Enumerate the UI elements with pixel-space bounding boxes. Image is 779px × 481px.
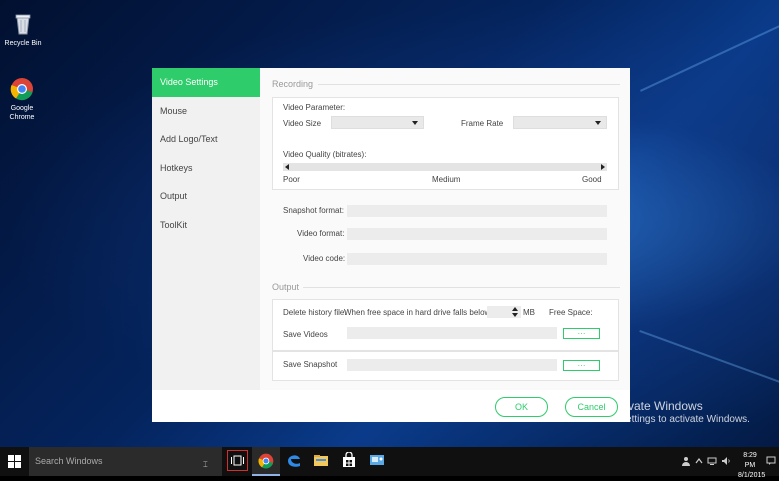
chrome-icon <box>258 453 274 469</box>
video-code-field[interactable] <box>347 253 607 265</box>
threshold-stepper[interactable] <box>487 306 521 318</box>
tray-volume-icon[interactable] <box>721 456 731 466</box>
taskbar-app-store[interactable] <box>341 451 359 470</box>
quality-tick-medium: Medium <box>432 175 461 184</box>
dropdown-arrow-icon <box>412 121 418 125</box>
tray-people-icon[interactable] <box>681 456 691 466</box>
search-box[interactable]: Search Windows ⌶ <box>29 447 222 476</box>
slider-left-arrow-icon[interactable] <box>285 164 289 170</box>
clock-date: 8/1/2015 <box>738 472 766 479</box>
taskbar-app-edge[interactable] <box>286 452 304 470</box>
section-divider <box>318 84 620 85</box>
output-box: Delete history file: When free space in … <box>272 299 619 351</box>
edge-icon <box>288 455 300 467</box>
output-section-title: Output <box>272 282 300 292</box>
sidebar-item-add-logo-text[interactable]: Add Logo/Text <box>152 125 260 154</box>
section-divider <box>303 287 620 288</box>
screen-recorder-icon <box>370 455 384 465</box>
folder-icon <box>314 455 328 466</box>
snapshot-format-field[interactable] <box>347 205 607 217</box>
quality-tick-poor: Poor <box>283 175 300 184</box>
text-cursor-icon: ⌶ <box>203 460 208 469</box>
wallpaper-beam <box>639 330 779 401</box>
clock-time: 8:29 PM <box>743 452 757 469</box>
video-quality-slider[interactable] <box>283 163 607 171</box>
desktop-icon-label: Google Chrome <box>9 105 35 121</box>
dropdown-arrow-icon <box>595 121 601 125</box>
search-placeholder: Search Windows <box>35 456 103 466</box>
task-view-button[interactable] <box>227 450 248 471</box>
sidebar-item-toolkit[interactable]: ToolKit <box>152 211 260 240</box>
cancel-button[interactable]: Cancel <box>565 397 618 417</box>
taskbar: Search Windows ⌶ 8:29 PM 8/1/2015 <box>0 447 779 479</box>
activation-watermark-title: vate Windows <box>628 399 703 413</box>
save-videos-label: Save Videos <box>283 330 328 339</box>
browse-snapshot-button[interactable]: ··· <box>563 360 600 371</box>
screen: Recycle Bin Google Chrome vate Windows o… <box>0 0 779 479</box>
video-size-label: Video Size <box>283 119 322 128</box>
frame-rate-label: Frame Rate <box>461 119 504 128</box>
recording-section-title: Recording <box>272 79 314 89</box>
desktop-icon-label: Recycle Bin <box>4 40 42 47</box>
save-snapshot-label: Save Snapshot <box>283 360 338 369</box>
sidebar-item-output[interactable]: Output <box>152 182 260 211</box>
stepper-up-icon[interactable] <box>512 307 518 311</box>
browse-videos-button[interactable]: ··· <box>563 328 600 339</box>
save-videos-path-field[interactable] <box>347 327 557 339</box>
windows-start-icon[interactable] <box>8 455 21 468</box>
threshold-unit: MB <box>523 308 535 317</box>
tray-network-icon[interactable] <box>707 456 717 466</box>
snapshot-box: Save Snapshot ··· <box>272 351 619 381</box>
chrome-icon <box>10 77 34 101</box>
sidebar-item-mouse[interactable]: Mouse <box>152 97 260 126</box>
tray-clock[interactable]: 8:29 PM 8/1/2015 <box>738 451 766 481</box>
task-view-icon <box>231 455 244 466</box>
delete-history-label: Delete history file: <box>283 308 347 317</box>
video-quality-label: Video Quality (bitrates): <box>283 150 367 159</box>
settings-dialog: Video Settings Mouse Add Logo/Text Hotke… <box>152 68 630 422</box>
quality-tick-good: Good <box>582 175 602 184</box>
taskbar-app-recorder[interactable] <box>369 452 387 470</box>
video-code-label: Video code: <box>303 254 346 263</box>
ok-button[interactable]: OK <box>495 397 548 417</box>
store-bag-icon <box>343 451 355 467</box>
sidebar-item-video-settings[interactable]: Video Settings <box>152 68 260 97</box>
video-parameter-heading: Video Parameter: <box>283 103 346 112</box>
wallpaper-beam <box>640 5 779 92</box>
tray-chevron-up-icon[interactable] <box>694 456 704 466</box>
stepper-down-icon[interactable] <box>512 313 518 317</box>
save-snapshot-path-field[interactable] <box>347 359 557 371</box>
video-format-field[interactable] <box>347 228 607 240</box>
tray-notifications-icon[interactable] <box>766 456 776 466</box>
desktop-icon-chrome[interactable]: Google Chrome <box>0 77 47 122</box>
slider-right-arrow-icon[interactable] <box>601 164 605 170</box>
recycle-bin-icon <box>11 12 35 36</box>
taskbar-app-file-explorer[interactable] <box>313 452 331 470</box>
settings-sidebar: Video Settings Mouse Add Logo/Text Hotke… <box>152 68 260 390</box>
free-space-condition-label: When free space in hard drive falls belo… <box>344 308 495 317</box>
snapshot-format-label: Snapshot format: <box>283 206 344 215</box>
video-format-label: Video format: <box>297 229 345 238</box>
settings-content: Recording Video Parameter: Video Size Fr… <box>260 68 630 390</box>
desktop-icon-recycle-bin[interactable]: Recycle Bin <box>0 12 48 48</box>
video-size-select[interactable] <box>331 116 424 129</box>
frame-rate-select[interactable] <box>513 116 607 129</box>
free-space-label: Free Space: <box>549 308 593 317</box>
taskbar-app-chrome[interactable] <box>252 447 280 476</box>
video-parameter-box: Video Parameter: Video Size Frame Rate V… <box>272 97 619 190</box>
activation-watermark-text: o Settings to activate Windows. <box>611 414 750 425</box>
sidebar-item-hotkeys[interactable]: Hotkeys <box>152 154 260 183</box>
